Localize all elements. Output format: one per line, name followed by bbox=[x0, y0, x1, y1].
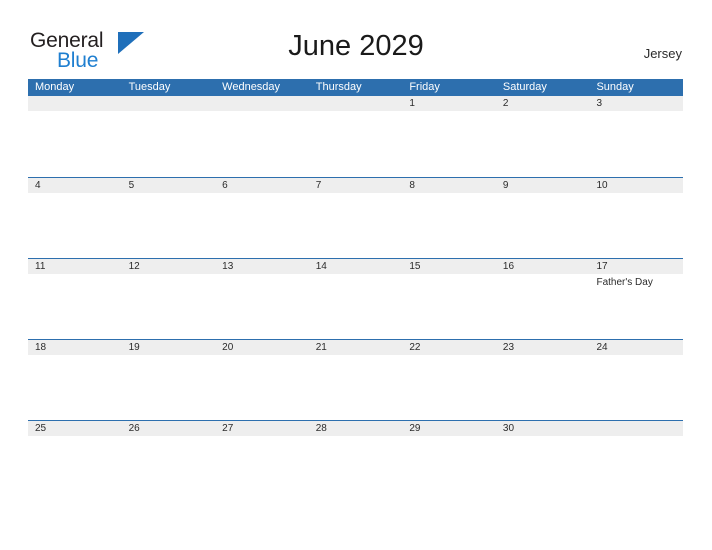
day-cell[interactable] bbox=[496, 111, 590, 175]
day-cell[interactable] bbox=[589, 436, 683, 500]
day-number[interactable] bbox=[589, 421, 683, 436]
weekday-header-row: Monday Tuesday Wednesday Thursday Friday… bbox=[28, 79, 683, 96]
day-event-band bbox=[28, 436, 683, 500]
day-number[interactable]: 30 bbox=[496, 421, 590, 436]
day-number[interactable]: 26 bbox=[122, 421, 216, 436]
day-cell[interactable] bbox=[122, 193, 216, 257]
day-number[interactable]: 2 bbox=[496, 96, 590, 111]
day-cell[interactable] bbox=[28, 193, 122, 257]
day-cell[interactable] bbox=[215, 193, 309, 257]
day-number[interactable]: 5 bbox=[122, 178, 216, 193]
day-number[interactable]: 6 bbox=[215, 178, 309, 193]
day-number[interactable]: 18 bbox=[28, 340, 122, 355]
day-cell[interactable] bbox=[309, 355, 403, 419]
weekday-header-sunday: Sunday bbox=[596, 81, 634, 93]
day-number[interactable]: 13 bbox=[215, 259, 309, 274]
day-number[interactable]: 14 bbox=[309, 259, 403, 274]
week-row: 25 26 27 28 29 30 bbox=[28, 420, 683, 501]
day-cell[interactable] bbox=[28, 111, 122, 175]
day-cell[interactable]: Father's Day bbox=[589, 274, 683, 338]
day-cell[interactable] bbox=[496, 355, 590, 419]
day-cell[interactable] bbox=[122, 436, 216, 500]
day-cell[interactable] bbox=[122, 274, 216, 338]
day-number[interactable]: 4 bbox=[28, 178, 122, 193]
day-cell[interactable] bbox=[589, 111, 683, 175]
weekday-header-friday: Friday bbox=[409, 81, 440, 93]
day-number[interactable]: 8 bbox=[402, 178, 496, 193]
day-number[interactable]: 7 bbox=[309, 178, 403, 193]
day-number[interactable]: 10 bbox=[589, 178, 683, 193]
week-row: 1 2 3 bbox=[28, 96, 683, 177]
day-cell[interactable] bbox=[402, 274, 496, 338]
day-cell[interactable] bbox=[496, 193, 590, 257]
day-event-band bbox=[28, 111, 683, 175]
weekday-header-saturday: Saturday bbox=[502, 81, 547, 93]
day-number[interactable]: 21 bbox=[309, 340, 403, 355]
day-cell[interactable] bbox=[122, 355, 216, 419]
day-number[interactable]: 29 bbox=[402, 421, 496, 436]
day-number[interactable] bbox=[122, 96, 216, 111]
day-cell[interactable] bbox=[215, 355, 309, 419]
day-number[interactable]: 16 bbox=[496, 259, 590, 274]
day-number[interactable]: 12 bbox=[122, 259, 216, 274]
day-number-band: 4 5 6 7 8 9 10 bbox=[28, 178, 683, 193]
day-event-band bbox=[28, 193, 683, 257]
calendar-grid: Monday Tuesday Wednesday Thursday Friday… bbox=[28, 79, 683, 501]
day-number[interactable]: 17 bbox=[589, 259, 683, 274]
week-row: 18 19 20 21 22 23 24 bbox=[28, 339, 683, 420]
day-cell[interactable] bbox=[309, 436, 403, 500]
day-event-band bbox=[28, 355, 683, 419]
day-number[interactable] bbox=[28, 96, 122, 111]
day-cell[interactable] bbox=[28, 355, 122, 419]
day-cell[interactable] bbox=[589, 193, 683, 257]
day-cell[interactable] bbox=[215, 111, 309, 175]
page-title: June 2029 bbox=[288, 30, 424, 62]
weekday-header-tuesday: Tuesday bbox=[128, 81, 171, 93]
day-number[interactable]: 9 bbox=[496, 178, 590, 193]
day-cell[interactable] bbox=[215, 436, 309, 500]
day-cell[interactable] bbox=[309, 111, 403, 175]
week-row: 4 5 6 7 8 9 10 bbox=[28, 177, 683, 258]
day-cell[interactable] bbox=[28, 436, 122, 500]
day-cell[interactable] bbox=[589, 355, 683, 419]
day-number[interactable]: 25 bbox=[28, 421, 122, 436]
day-number[interactable]: 1 bbox=[402, 96, 496, 111]
day-cell[interactable] bbox=[496, 436, 590, 500]
day-number[interactable]: 24 bbox=[589, 340, 683, 355]
region-label: Jersey bbox=[643, 46, 682, 61]
day-number[interactable]: 20 bbox=[215, 340, 309, 355]
day-number[interactable]: 23 bbox=[496, 340, 590, 355]
day-cell[interactable] bbox=[402, 436, 496, 500]
day-number[interactable]: 27 bbox=[215, 421, 309, 436]
day-number[interactable] bbox=[215, 96, 309, 111]
day-cell[interactable] bbox=[215, 274, 309, 338]
day-cell[interactable] bbox=[402, 111, 496, 175]
day-number[interactable]: 15 bbox=[402, 259, 496, 274]
day-number[interactable] bbox=[309, 96, 403, 111]
day-cell[interactable] bbox=[122, 111, 216, 175]
day-cell[interactable] bbox=[309, 274, 403, 338]
day-number-band: 1 2 3 bbox=[28, 96, 683, 111]
week-row: 11 12 13 14 15 16 17 Father's Day bbox=[28, 258, 683, 339]
day-number-band: 25 26 27 28 29 30 bbox=[28, 421, 683, 436]
day-event-band: Father's Day bbox=[28, 274, 683, 338]
weekday-header-wednesday: Wednesday bbox=[222, 81, 281, 93]
day-number[interactable]: 11 bbox=[28, 259, 122, 274]
day-cell[interactable] bbox=[28, 274, 122, 338]
day-number[interactable]: 19 bbox=[122, 340, 216, 355]
day-number[interactable]: 3 bbox=[589, 96, 683, 111]
day-number-band: 18 19 20 21 22 23 24 bbox=[28, 340, 683, 355]
day-number[interactable]: 28 bbox=[309, 421, 403, 436]
weekday-header-monday: Monday bbox=[35, 81, 75, 93]
day-cell[interactable] bbox=[496, 274, 590, 338]
page-header: General Blue June 2029 Jersey bbox=[0, 0, 712, 78]
day-cell[interactable] bbox=[402, 193, 496, 257]
day-cell[interactable] bbox=[309, 193, 403, 257]
weekday-header-thursday: Thursday bbox=[315, 81, 362, 93]
day-number-band: 11 12 13 14 15 16 17 bbox=[28, 259, 683, 274]
day-event-text-fathers-day: Father's Day bbox=[596, 277, 653, 288]
calendar-page: General Blue June 2029 Jersey Monday Tue… bbox=[0, 0, 712, 550]
day-number[interactable]: 22 bbox=[402, 340, 496, 355]
day-cell[interactable] bbox=[402, 355, 496, 419]
